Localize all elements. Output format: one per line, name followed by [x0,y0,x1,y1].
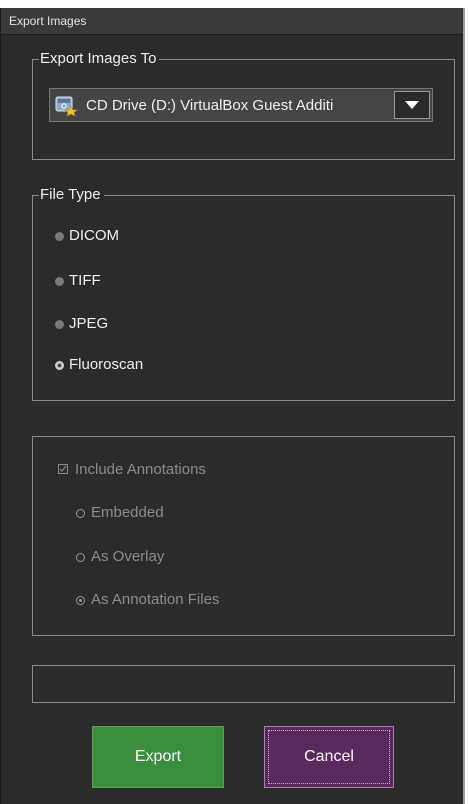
export-button[interactable]: Export [92,726,224,788]
radio-button-dicom[interactable] [55,232,64,241]
radio-label-as-overlay: As Overlay [91,548,165,565]
window-title: Export Images [9,14,87,28]
radio-label-embedded: Embedded [91,504,164,521]
chevron-down-icon [405,101,419,109]
file-type-group: File Type DICOM TIFF JPEG Fluoroscan [32,186,455,401]
radio-button-jpeg[interactable] [55,320,64,329]
radio-label-dicom: DICOM [69,227,119,244]
radio-label-fluoroscan: Fluoroscan [69,356,144,373]
export-button-label: Export [134,748,182,765]
focus-ring [268,730,390,784]
export-destination-group: Export Images To CD Drive (D:) VirtualBo… [32,50,455,160]
title-bar[interactable]: Export Images [1,8,463,35]
drive-select[interactable]: CD Drive (D:) VirtualBox Guest Additi [49,88,433,122]
include-annotations-checkbox[interactable] [58,464,68,474]
radio-button-tiff[interactable] [55,277,64,286]
checkmark-icon [59,465,67,472]
radio-button-as-overlay[interactable] [76,553,85,562]
status-bar [32,665,455,703]
include-annotations-label: Include Annotations [75,461,206,478]
cd-drive-icon [54,93,78,117]
radio-button-fluoroscan[interactable] [55,361,64,370]
export-images-dialog: Export Images Export Images To CD Drive … [0,8,465,804]
annotations-group: Include Annotations Embedded As Overlay … [32,436,455,636]
export-destination-legend: Export Images To [39,50,160,68]
cancel-button[interactable]: Cancel [264,726,394,788]
radio-label-jpeg: JPEG [69,315,109,332]
file-type-legend: File Type [39,186,104,204]
radio-label-as-annotation-files: As Annotation Files [91,591,220,608]
radio-button-as-annotation-files[interactable] [76,596,85,605]
selected-drive-text: CD Drive (D:) VirtualBox Guest Additi [86,97,334,114]
radio-button-embedded[interactable] [76,509,85,518]
radio-label-tiff: TIFF [69,272,101,289]
dropdown-button[interactable] [394,91,430,119]
